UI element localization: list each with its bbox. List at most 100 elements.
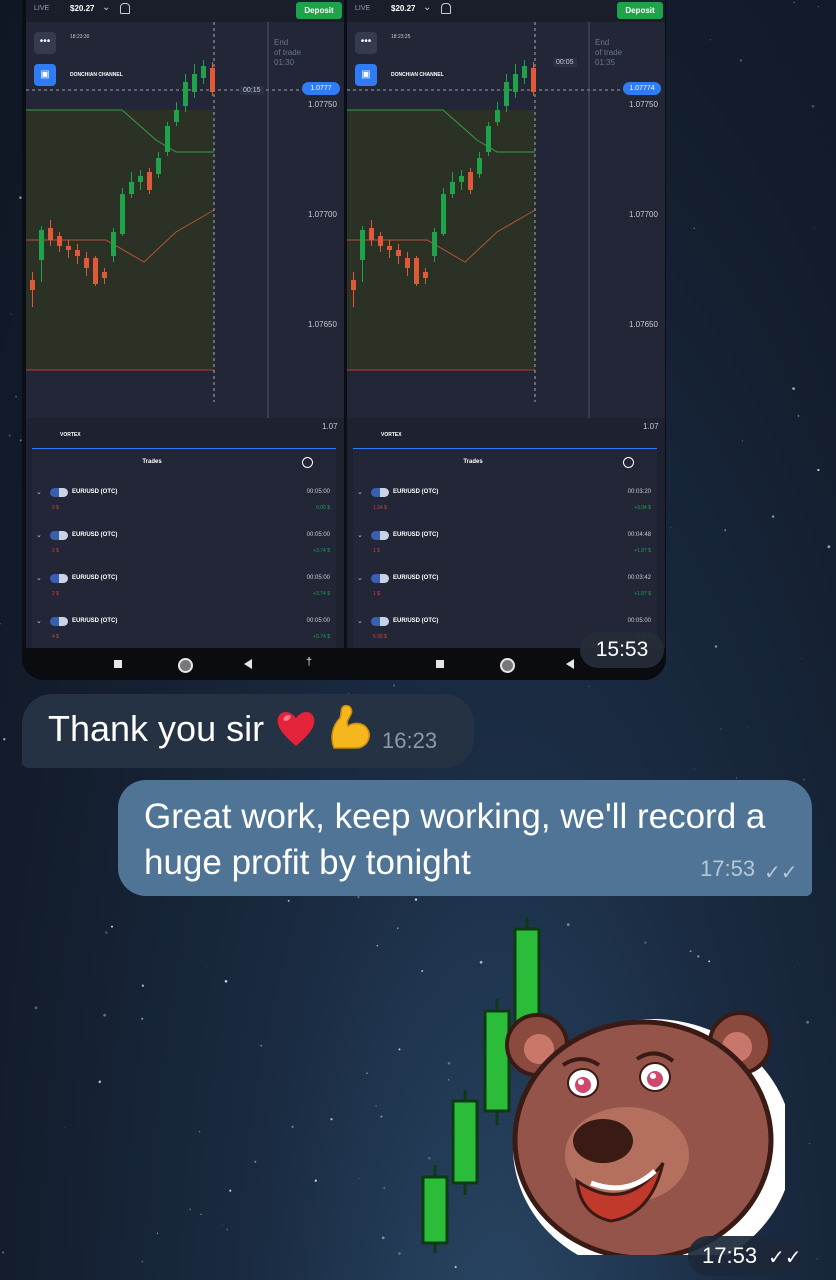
chevron-down-icon[interactable]: ⌄ [36, 617, 42, 625]
candle-body [84, 258, 89, 268]
star [735, 777, 737, 779]
message-text: Thank you sir [48, 708, 265, 749]
trade-pair: EUR/USD (OTC) [72, 532, 118, 538]
star [10, 313, 12, 315]
price-chart[interactable] [347, 22, 665, 422]
candle-body [531, 68, 536, 92]
candle-body [360, 230, 365, 260]
message-time: 16:23 [382, 728, 438, 753]
currency-flag-icon [371, 488, 389, 497]
star [357, 895, 360, 899]
bear-sticker[interactable] [415, 915, 785, 1255]
home-icon [500, 658, 515, 673]
star [816, 1258, 818, 1260]
chevron-down-icon[interactable]: ⌄ [36, 574, 42, 582]
trade-amount: 1.94 $ [373, 505, 387, 511]
star [814, 227, 816, 228]
candle-body [423, 272, 428, 278]
trade-row[interactable]: ⌄ EUR/USD (OTC) 2 $ 00:05:00 +3.74 $ [32, 574, 336, 615]
clock-icon[interactable] [302, 457, 313, 468]
menu-button[interactable]: ••• [355, 32, 377, 54]
currency-flag-icon [371, 531, 389, 540]
star [588, 685, 590, 687]
clock-icon[interactable] [623, 457, 634, 468]
star [392, 684, 396, 687]
deposit-button[interactable]: Deposit [617, 2, 663, 19]
trade-duration: 00:03:20 [627, 489, 651, 495]
star [141, 1260, 144, 1263]
star [827, 545, 831, 549]
chevron-down-icon[interactable]: ⌄ [357, 488, 363, 496]
star [64, 1127, 65, 1129]
star [398, 1048, 401, 1051]
message-time: 17:53 [700, 856, 756, 881]
chevron-down-icon[interactable]: ⌄ [423, 2, 431, 13]
incoming-message[interactable]: Thank you sir 16:23 [22, 694, 474, 768]
trade-row[interactable]: ⌄ EUR/USD (OTC) 1 $ 00:04:48 +1.87 $ [353, 531, 657, 572]
candle-body [405, 258, 410, 268]
trade-duration: 00:05:00 [306, 575, 330, 581]
bell-icon[interactable] [120, 3, 130, 14]
chevron-down-icon[interactable]: ⌄ [357, 617, 363, 625]
end-label-line: End [274, 38, 289, 47]
balance-value[interactable]: $20.27 [391, 4, 415, 13]
star [817, 468, 820, 472]
android-nav-bar: † [22, 648, 666, 680]
countdown-timer: 00:15 [240, 86, 264, 95]
candle-body [210, 68, 215, 92]
star [803, 779, 805, 781]
end-label-line: of trade [274, 48, 302, 57]
account-mode-label[interactable]: LIVE [34, 5, 49, 12]
bell-icon[interactable] [441, 3, 451, 14]
accessibility-icon: † [306, 656, 313, 668]
trade-pair: EUR/USD (OTC) [393, 532, 439, 538]
chevron-down-icon[interactable]: ⌄ [102, 2, 110, 13]
account-mode-label[interactable]: LIVE [355, 5, 370, 12]
candle-body [513, 74, 518, 92]
balance-value[interactable]: $20.27 [70, 4, 94, 13]
trade-row[interactable]: ⌄ EUR/USD (OTC) 4 $ 00:05:00 +5.74 $ [32, 617, 336, 648]
server-time: 18:23:25 [391, 34, 411, 40]
star [8, 434, 11, 437]
trade-amount: 4 $ [52, 634, 59, 640]
trade-row[interactable]: ⌄ EUR/USD (OTC) 1.94 $ 00:03:20 +3.94 $ [353, 488, 657, 529]
star [380, 1115, 383, 1118]
candle-body [120, 194, 125, 234]
trade-profit: 0.00 $ [316, 505, 330, 511]
chevron-down-icon[interactable]: ⌄ [357, 574, 363, 582]
trade-row[interactable]: ⌄ EUR/USD (OTC) 2 $ 00:05:00 +3.74 $ [32, 531, 336, 572]
candle-body [495, 110, 500, 122]
end-of-trade-label: End of trade 01:30 [274, 38, 301, 68]
star [742, 440, 744, 442]
trade-pair: EUR/USD (OTC) [72, 489, 118, 495]
trade-row[interactable]: ⌄ EUR/USD (OTC) 1 $ 00:03:42 +1.87 $ [353, 574, 657, 615]
chevron-down-icon[interactable]: ⌄ [357, 531, 363, 539]
deposit-button[interactable]: Deposit [296, 2, 342, 19]
chevron-down-icon[interactable]: ⌄ [36, 531, 42, 539]
candle-body [174, 110, 179, 122]
price-level-label: 1.07650 [629, 320, 658, 329]
star [818, 6, 819, 8]
portfolio-button[interactable]: ▣ [355, 64, 377, 86]
star [381, 1236, 385, 1240]
recents-icon [114, 660, 122, 668]
trade-profit: +5.74 $ [313, 634, 330, 640]
outgoing-message[interactable]: Great work, keep working, we'll record a… [118, 780, 812, 896]
price-chart[interactable] [26, 22, 344, 422]
forwarded-image[interactable]: LIVE $20.27 ⌄ Deposit ••• ▣ 18:23:30 DONCHIAN C… [22, 0, 666, 680]
trade-row[interactable]: ⌄ EUR/USD (OTC) 2 $ 00:05:00 0.00 $ [32, 488, 336, 529]
star [110, 925, 114, 928]
trade-profit: +3.94 $ [634, 505, 651, 511]
back-icon [566, 659, 574, 669]
chevron-down-icon[interactable]: ⌄ [36, 488, 42, 496]
bear-face-icon [505, 1011, 785, 1255]
candle-body [351, 280, 356, 290]
candle-body [396, 250, 401, 256]
star [358, 1177, 360, 1179]
price-level-label: 1.07750 [629, 100, 658, 109]
menu-button[interactable]: ••• [34, 32, 56, 54]
portfolio-button[interactable]: ▣ [34, 64, 56, 86]
trade-amount: 2 $ [52, 548, 59, 554]
star [801, 658, 803, 659]
star [793, 967, 795, 969]
